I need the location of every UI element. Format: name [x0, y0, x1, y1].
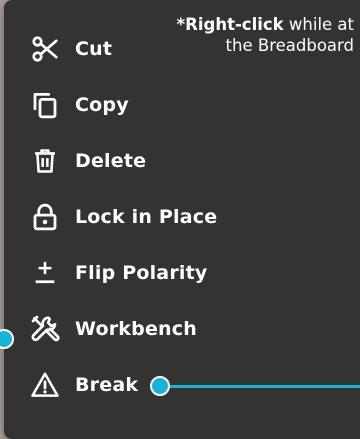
annotation-emphasis: *Right-click: [176, 15, 284, 34]
menu-item-lock-in-place[interactable]: Lock in Place: [28, 197, 217, 237]
plus-minus-icon: [28, 256, 62, 290]
menu-item-label: Copy: [75, 94, 129, 116]
callout-line: [158, 385, 360, 388]
menu-item-flip-polarity[interactable]: Flip Polarity: [28, 253, 207, 293]
menu-item-label: Break: [75, 374, 139, 396]
copy-icon: [28, 88, 62, 122]
trash-icon: [28, 144, 62, 178]
menu-item-workbench[interactable]: Workbench: [28, 309, 197, 349]
menu-item-delete[interactable]: Delete: [28, 141, 146, 181]
warning-icon: [28, 368, 62, 402]
context-menu: Cut Copy Delete Lock in Place Flip Polar…: [4, 0, 360, 439]
menu-item-label: Delete: [75, 150, 147, 172]
annotation-line-1-rest: while at: [283, 15, 354, 34]
annotation-line-1: *Right-click while at: [177, 14, 354, 35]
scissors-icon: [28, 32, 62, 66]
menu-item-label: Workbench: [75, 318, 197, 340]
instruction-annotation: *Right-click while at the Breadboard: [177, 14, 354, 56]
menu-item-label: Flip Polarity: [75, 262, 208, 284]
menu-item-cut[interactable]: Cut: [28, 29, 112, 69]
lock-icon: [28, 200, 62, 234]
menu-item-label: Cut: [75, 38, 113, 60]
annotation-line-2: the Breadboard: [225, 36, 354, 55]
menu-item-label: Lock in Place: [75, 206, 218, 228]
callout-dot-break: [150, 376, 170, 396]
tools-icon: [28, 312, 62, 346]
menu-item-break[interactable]: Break: [28, 365, 138, 405]
menu-item-copy[interactable]: Copy: [28, 85, 129, 125]
